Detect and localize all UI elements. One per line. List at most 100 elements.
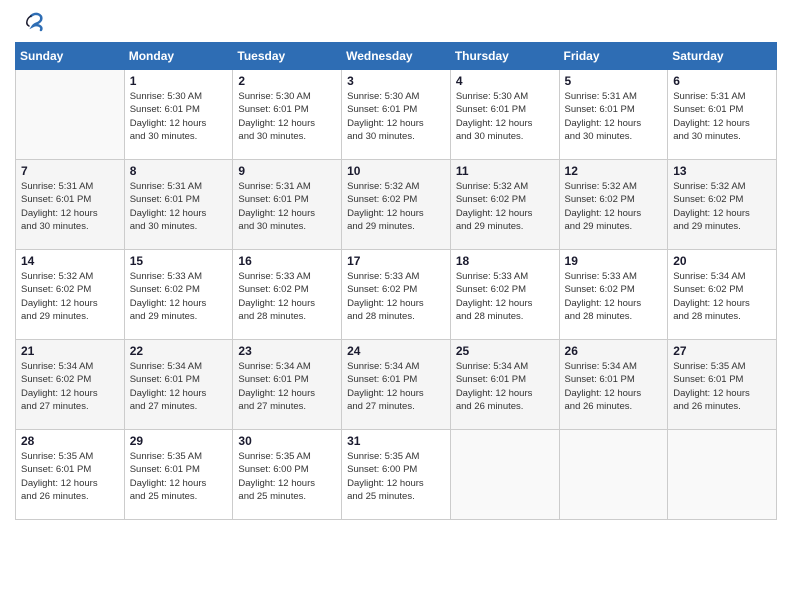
calendar-cell: 14 Sunrise: 5:32 AM Sunset: 6:02 PM Dayli… (16, 250, 125, 340)
day-info: Sunrise: 5:31 AM Sunset: 6:01 PM Dayligh… (21, 180, 119, 233)
calendar-cell: 18 Sunrise: 5:33 AM Sunset: 6:02 PM Dayli… (450, 250, 559, 340)
day-number: 31 (347, 434, 445, 448)
day-info: Sunrise: 5:35 AM Sunset: 6:00 PM Dayligh… (347, 450, 445, 503)
calendar-cell: 13 Sunrise: 5:32 AM Sunset: 6:02 PM Dayli… (668, 160, 777, 250)
logo-bird-icon (17, 10, 45, 38)
day-number: 30 (238, 434, 336, 448)
calendar-cell: 16Sunrise: 5:33 AM Sunset: 6:02 PM Dayli… (233, 250, 342, 340)
day-number: 12 (565, 164, 663, 178)
day-info: Sunrise: 5:32 AM Sunset: 6:02 PM Dayligh… (673, 180, 771, 233)
calendar-table: SundayMondayTuesdayWednesdayThursdayFrid… (15, 42, 777, 520)
day-number: 2 (238, 74, 336, 88)
day-info: Sunrise: 5:32 AM Sunset: 6:02 PM Dayligh… (347, 180, 445, 233)
day-number: 17 (347, 254, 445, 268)
day-header-friday: Friday (559, 43, 668, 70)
day-info: Sunrise: 5:34 AM Sunset: 6:01 PM Dayligh… (238, 360, 336, 413)
day-number: 25 (456, 344, 554, 358)
calendar-cell: 17 Sunrise: 5:33 AM Sunset: 6:02 PM Dayli… (342, 250, 451, 340)
day-number: 4 (456, 74, 554, 88)
day-number: 28 (21, 434, 119, 448)
calendar-cell (559, 430, 668, 520)
calendar-cell: 19 Sunrise: 5:33 AM Sunset: 6:02 PM Dayli… (559, 250, 668, 340)
calendar-cell: 23 Sunrise: 5:34 AM Sunset: 6:01 PM Dayli… (233, 340, 342, 430)
day-number: 24 (347, 344, 445, 358)
day-info: Sunrise: 5:30 AM Sunset: 6:01 PM Dayligh… (130, 90, 228, 143)
day-info: Sunrise: 5:32 AM Sunset: 6:02 PM Dayligh… (565, 180, 663, 233)
calendar-cell: 8 Sunrise: 5:31 AM Sunset: 6:01 PM Daylig… (124, 160, 233, 250)
day-info: Sunrise: 5:34 AM Sunset: 6:02 PM Dayligh… (673, 270, 771, 323)
calendar-cell (450, 430, 559, 520)
day-info: Sunrise: 5:30 AM Sunset: 6:01 PM Dayligh… (238, 90, 336, 143)
calendar-cell: 20 Sunrise: 5:34 AM Sunset: 6:02 PM Dayli… (668, 250, 777, 340)
day-info: Sunrise: 5:35 AM Sunset: 6:01 PM Dayligh… (21, 450, 119, 503)
day-number: 13 (673, 164, 771, 178)
calendar-cell (16, 70, 125, 160)
calendar-cell: 9 Sunrise: 5:31 AM Sunset: 6:01 PM Daylig… (233, 160, 342, 250)
day-info: Sunrise: 5:33 AM Sunset: 6:02 PM Dayligh… (565, 270, 663, 323)
day-header-monday: Monday (124, 43, 233, 70)
day-info: Sunrise: 5:30 AM Sunset: 6:01 PM Dayligh… (456, 90, 554, 143)
day-number: 14 (21, 254, 119, 268)
calendar-cell: 27 Sunrise: 5:35 AM Sunset: 6:01 PM Dayli… (668, 340, 777, 430)
day-number: 6 (673, 74, 771, 88)
day-info: Sunrise: 5:34 AM Sunset: 6:01 PM Dayligh… (130, 360, 228, 413)
day-number: 18 (456, 254, 554, 268)
calendar-cell: 24Sunrise: 5:34 AM Sunset: 6:01 PM Dayli… (342, 340, 451, 430)
day-info: Sunrise: 5:30 AM Sunset: 6:01 PM Dayligh… (347, 90, 445, 143)
day-header-sunday: Sunday (16, 43, 125, 70)
calendar-cell: 5 Sunrise: 5:31 AM Sunset: 6:01 PM Daylig… (559, 70, 668, 160)
day-number: 10 (347, 164, 445, 178)
calendar-cell: 31 Sunrise: 5:35 AM Sunset: 6:00 PM Dayli… (342, 430, 451, 520)
day-number: 23 (238, 344, 336, 358)
calendar-header: SundayMondayTuesdayWednesdayThursdayFrid… (16, 43, 777, 70)
page-header (15, 10, 777, 34)
day-number: 21 (21, 344, 119, 358)
day-header-thursday: Thursday (450, 43, 559, 70)
day-info: Sunrise: 5:32 AM Sunset: 6:02 PM Dayligh… (456, 180, 554, 233)
day-number: 1 (130, 74, 228, 88)
day-number: 27 (673, 344, 771, 358)
day-number: 26 (565, 344, 663, 358)
calendar-cell: 7 Sunrise: 5:31 AM Sunset: 6:01 PM Daylig… (16, 160, 125, 250)
day-number: 19 (565, 254, 663, 268)
day-info: Sunrise: 5:31 AM Sunset: 6:01 PM Dayligh… (130, 180, 228, 233)
day-info: Sunrise: 5:35 AM Sunset: 6:00 PM Dayligh… (238, 450, 336, 503)
day-info: Sunrise: 5:33 AM Sunset: 6:02 PM Dayligh… (456, 270, 554, 323)
calendar-cell: 12 Sunrise: 5:32 AM Sunset: 6:02 PM Dayli… (559, 160, 668, 250)
day-info: Sunrise: 5:33 AM Sunset: 6:02 PM Dayligh… (238, 270, 336, 323)
day-number: 8 (130, 164, 228, 178)
day-info: Sunrise: 5:34 AM Sunset: 6:01 PM Dayligh… (456, 360, 554, 413)
day-info: Sunrise: 5:35 AM Sunset: 6:01 PM Dayligh… (673, 360, 771, 413)
day-number: 20 (673, 254, 771, 268)
day-info: Sunrise: 5:33 AM Sunset: 6:02 PM Dayligh… (130, 270, 228, 323)
day-info: Sunrise: 5:33 AM Sunset: 6:02 PM Dayligh… (347, 270, 445, 323)
day-info: Sunrise: 5:31 AM Sunset: 6:01 PM Dayligh… (238, 180, 336, 233)
calendar-cell: 28 Sunrise: 5:35 AM Sunset: 6:01 PM Dayli… (16, 430, 125, 520)
day-header-saturday: Saturday (668, 43, 777, 70)
day-header-tuesday: Tuesday (233, 43, 342, 70)
calendar-cell: 26 Sunrise: 5:34 AM Sunset: 6:01 PM Dayli… (559, 340, 668, 430)
day-info: Sunrise: 5:35 AM Sunset: 6:01 PM Dayligh… (130, 450, 228, 503)
day-number: 7 (21, 164, 119, 178)
calendar-cell: 22 Sunrise: 5:34 AM Sunset: 6:01 PM Dayli… (124, 340, 233, 430)
day-number: 5 (565, 74, 663, 88)
day-number: 22 (130, 344, 228, 358)
calendar-cell: 1 Sunrise: 5:30 AM Sunset: 6:01 PM Daylig… (124, 70, 233, 160)
day-info: Sunrise: 5:34 AM Sunset: 6:02 PM Dayligh… (21, 360, 119, 413)
calendar-body: 1 Sunrise: 5:30 AM Sunset: 6:01 PM Daylig… (16, 70, 777, 520)
calendar-cell: 11 Sunrise: 5:32 AM Sunset: 6:02 PM Dayli… (450, 160, 559, 250)
day-number: 11 (456, 164, 554, 178)
day-info: Sunrise: 5:34 AM Sunset: 6:01 PM Dayligh… (565, 360, 663, 413)
calendar-cell: 3 Sunrise: 5:30 AM Sunset: 6:01 PM Daylig… (342, 70, 451, 160)
day-number: 9 (238, 164, 336, 178)
calendar-cell: 2 Sunrise: 5:30 AM Sunset: 6:01 PM Daylig… (233, 70, 342, 160)
calendar-cell: 29Sunrise: 5:35 AM Sunset: 6:01 PM Dayli… (124, 430, 233, 520)
logo (15, 10, 45, 34)
day-info: Sunrise: 5:31 AM Sunset: 6:01 PM Dayligh… (673, 90, 771, 143)
day-header-wednesday: Wednesday (342, 43, 451, 70)
day-number: 3 (347, 74, 445, 88)
calendar-cell: 4 Sunrise: 5:30 AM Sunset: 6:01 PM Daylig… (450, 70, 559, 160)
day-info: Sunrise: 5:31 AM Sunset: 6:01 PM Dayligh… (565, 90, 663, 143)
day-info: Sunrise: 5:32 AM Sunset: 6:02 PM Dayligh… (21, 270, 119, 323)
calendar-cell: 30 Sunrise: 5:35 AM Sunset: 6:00 PM Dayli… (233, 430, 342, 520)
